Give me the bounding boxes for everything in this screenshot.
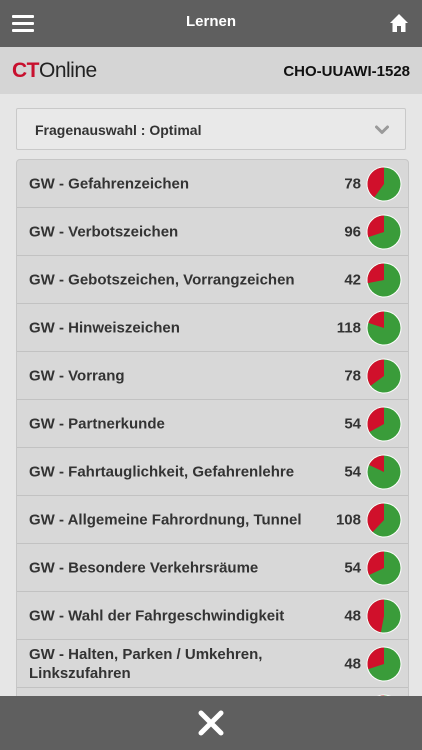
category-question-count: 48 bbox=[344, 607, 361, 624]
category-label: GW - Gefahrenzeichen bbox=[29, 175, 190, 192]
category-label: GW - Besondere Verkehrsräume bbox=[29, 559, 259, 576]
category-label: GW - Fahrtauglichkeit, Gefahrenlehre bbox=[29, 463, 295, 480]
category-question-count: 54 bbox=[344, 559, 361, 576]
category-question-count: 54 bbox=[344, 463, 361, 480]
category-row[interactable]: GW - Partnerkunde 54 bbox=[17, 400, 408, 448]
progress-pie-chart bbox=[366, 406, 402, 441]
category-question-count: 78 bbox=[344, 175, 361, 192]
category-question-count: 108 bbox=[335, 511, 361, 528]
category-question-count: 96 bbox=[344, 223, 361, 240]
category-row[interactable]: GW - Vorrang 78 bbox=[17, 352, 408, 400]
question-selection-dropdown[interactable]: Fragenauswahl : Optimal bbox=[16, 108, 406, 150]
category-row[interactable]: GW - Gefahrenzeichen 78 bbox=[17, 160, 408, 208]
question-selection-value: Fragenauswahl : Optimal bbox=[35, 122, 202, 138]
top-bar: Lernen bbox=[0, 0, 422, 47]
close-icon[interactable] bbox=[197, 709, 225, 737]
category-row[interactable]: GW - Besondere Verkehrsräume 54 bbox=[17, 544, 408, 592]
category-question-count: 118 bbox=[336, 319, 361, 336]
progress-pie-chart bbox=[366, 502, 402, 537]
progress-pie-chart bbox=[366, 166, 402, 201]
progress-pie-chart bbox=[366, 550, 402, 585]
progress-pie-chart bbox=[366, 358, 402, 393]
category-row[interactable]: GW - Allgemeine Fahrordnung, Tunnel 108 bbox=[17, 496, 408, 544]
category-row[interactable]: GW - Halten, Parken / Umkehren, Linkszuf… bbox=[17, 640, 408, 688]
category-question-count: 54 bbox=[344, 415, 361, 432]
bottom-bar bbox=[0, 696, 422, 750]
progress-pie-chart bbox=[366, 214, 402, 249]
category-row[interactable]: GW - Hinweiszeichen 118 bbox=[17, 304, 408, 352]
wrong-share-slice bbox=[367, 599, 384, 632]
ctonline-logo: CTOnline bbox=[12, 59, 97, 82]
category-label: GW - Wahl der Fahrgeschwindigkeit bbox=[29, 607, 285, 624]
home-icon[interactable] bbox=[389, 13, 409, 33]
category-question-count: 48 bbox=[344, 655, 361, 672]
progress-pie-chart bbox=[366, 646, 402, 681]
category-label: GW - Vorrang bbox=[29, 367, 125, 384]
category-row[interactable]: GW - Wahl der Fahrgeschwindigkeit 48 bbox=[17, 592, 408, 640]
progress-pie-chart bbox=[366, 310, 402, 345]
category-label: GW - Halten, Parken / Umkehren, Linkszuf… bbox=[29, 645, 263, 682]
progress-pie-chart bbox=[366, 598, 402, 633]
chevron-down-icon bbox=[375, 125, 389, 134]
category-question-count: 78 bbox=[344, 367, 361, 384]
category-label: GW - Allgemeine Fahrordnung, Tunnel bbox=[29, 511, 302, 528]
progress-pie-chart bbox=[366, 454, 402, 489]
wrong-share-slice bbox=[367, 263, 384, 283]
category-list: GW - Gefahrenzeichen 78 GW - Verbotszeiche… bbox=[16, 159, 409, 719]
category-row[interactable]: GW - Verbotszeichen 96 bbox=[17, 208, 408, 256]
user-code: CHO-UUAWI-1528 bbox=[283, 63, 410, 80]
brand-bar: CTOnline CHO-UUAWI-1528 bbox=[0, 47, 422, 94]
category-row[interactable]: GW - Fahrtauglichkeit, Gefahrenlehre 54 bbox=[17, 448, 408, 496]
category-label: GW - Partnerkunde bbox=[29, 415, 165, 432]
category-question-count: 42 bbox=[344, 271, 361, 288]
category-label: GW - Hinweiszeichen bbox=[29, 319, 180, 336]
category-label: GW - Verbotszeichen bbox=[29, 223, 179, 240]
category-row[interactable]: GW - Gebotszeichen, Vorrangzeichen 42 bbox=[17, 256, 408, 304]
category-label: GW - Gebotszeichen, Vorrangzeichen bbox=[29, 271, 295, 288]
progress-pie-chart bbox=[366, 262, 402, 297]
page-title: Lernen bbox=[185, 13, 236, 30]
